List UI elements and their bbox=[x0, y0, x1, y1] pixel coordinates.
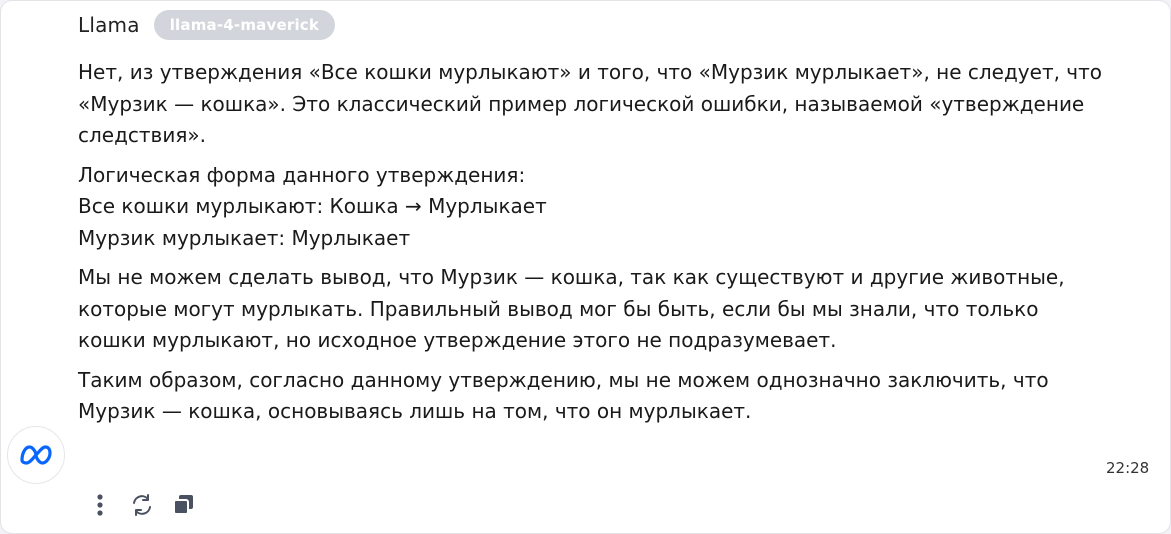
message-paragraph: Логическая форма данного утверждения: Вс… bbox=[78, 162, 547, 250]
message-header: Llama llama-4-maverick bbox=[78, 7, 336, 43]
message-paragraph: Таким образом, согласно данному утвержде… bbox=[78, 367, 1049, 424]
message-paragraph: Мы не можем сделать вывод, что Мурзик — … bbox=[78, 265, 1065, 352]
copy-button[interactable] bbox=[169, 490, 199, 520]
message-timestamp: 22:28 bbox=[1106, 459, 1150, 477]
avatar bbox=[7, 426, 65, 484]
meta-logo-icon bbox=[20, 445, 52, 465]
model-badge: llama-4-maverick bbox=[153, 10, 336, 40]
copy-icon bbox=[173, 495, 193, 515]
more-options-button[interactable] bbox=[85, 490, 115, 520]
message-card: Llama llama-4-maverick Нет, из утвержден… bbox=[0, 0, 1171, 534]
message-toolbar bbox=[85, 490, 211, 520]
regenerate-button[interactable] bbox=[127, 490, 157, 520]
message-paragraph: Нет, из утверждения «Все кошки мурлыкают… bbox=[78, 60, 1103, 147]
message-body: Нет, из утверждения «Все кошки мурлыкают… bbox=[78, 57, 1108, 436]
regenerate-icon bbox=[133, 494, 151, 516]
sender-name: Llama bbox=[78, 13, 140, 37]
more-vertical-icon bbox=[97, 494, 103, 516]
